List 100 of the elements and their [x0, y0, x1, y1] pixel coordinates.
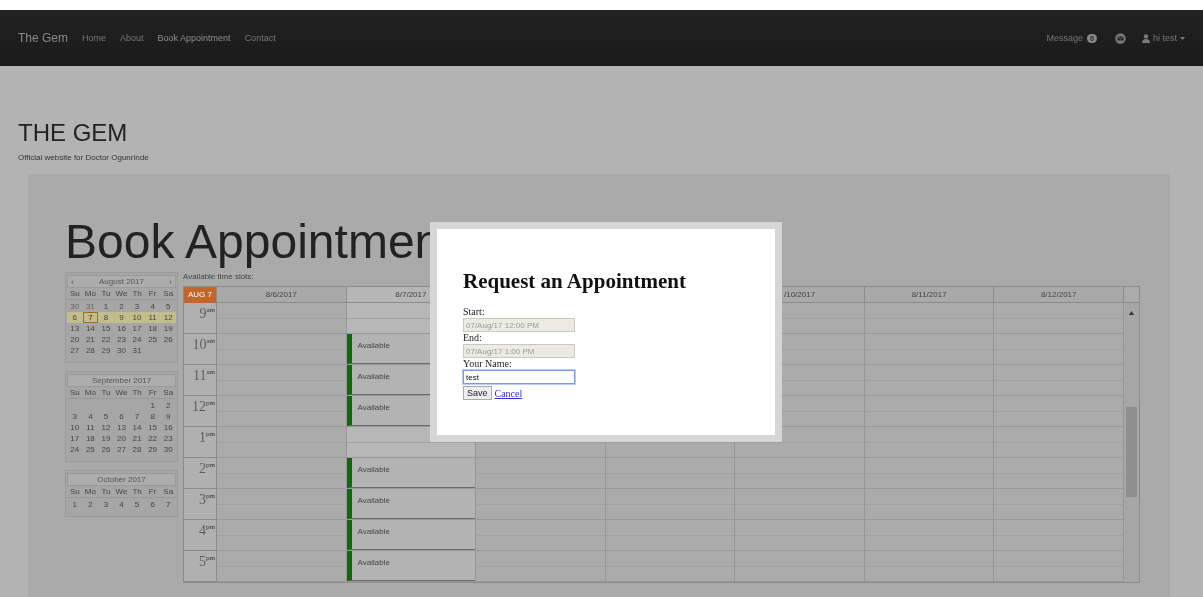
available-slot[interactable]: Available [346, 520, 476, 550]
calendar-day[interactable]: 30 [113, 345, 130, 356]
time-slot[interactable] [476, 551, 606, 582]
available-slot[interactable]: Available [346, 489, 476, 519]
calendar-day[interactable]: 17 [129, 323, 145, 334]
time-slot[interactable] [217, 303, 347, 334]
nav-link[interactable]: About [120, 33, 144, 43]
calendar-day[interactable]: 28 [129, 444, 145, 455]
calendar-day[interactable]: 8 [98, 312, 114, 323]
time-slot[interactable] [994, 303, 1124, 334]
time-slot[interactable] [476, 489, 606, 520]
calendar-day[interactable]: 1 [67, 499, 83, 510]
time-slot[interactable] [217, 334, 347, 365]
calendar-day[interactable]: 4 [144, 301, 161, 312]
calendar-day[interactable]: 20 [67, 334, 83, 345]
calendar-day[interactable]: 6 [67, 312, 83, 323]
previous-month-button[interactable]: ‹ [71, 276, 74, 287]
available-slot[interactable]: Available [346, 551, 476, 581]
calendar-day[interactable]: 20 [113, 433, 130, 444]
calendar-day[interactable]: 24 [129, 334, 145, 345]
time-slot[interactable] [217, 458, 347, 489]
calendar-day[interactable]: 4 [82, 411, 99, 422]
calendar-day[interactable]: 9 [113, 312, 130, 323]
time-slot[interactable] [217, 396, 347, 427]
time-slot[interactable] [864, 303, 995, 334]
calendar-day[interactable]: 7 [129, 411, 145, 422]
text-field[interactable]: test [463, 370, 575, 384]
save-button[interactable]: Save [463, 386, 492, 400]
calendar-day[interactable]: 6 [144, 499, 161, 510]
nav-link[interactable]: Contact [244, 33, 276, 43]
calendar-day[interactable]: 14 [129, 422, 145, 433]
calendar-day[interactable]: 12 [98, 422, 114, 433]
calendar-day[interactable]: 16 [113, 323, 130, 334]
calendar-day[interactable]: 12 [160, 312, 176, 323]
time-slot[interactable] [605, 551, 736, 582]
calendar-day[interactable]: 10 [67, 422, 83, 433]
calendar-day[interactable]: 1 [98, 301, 114, 312]
calendar-day[interactable]: 23 [113, 334, 130, 345]
calendar-day[interactable]: 21 [82, 334, 99, 345]
calendar-day[interactable]: 22 [144, 433, 161, 444]
scrollbar[interactable] [1124, 303, 1139, 582]
calendar-day[interactable]: 14 [82, 323, 99, 334]
calendar-day[interactable]: 8 [144, 411, 161, 422]
cancel-link[interactable]: Cancel [494, 387, 523, 399]
available-slot[interactable]: Available [346, 458, 476, 488]
calendar-day[interactable]: 13 [113, 422, 130, 433]
calendar-day[interactable]: 27 [67, 345, 83, 356]
calendar-day[interactable]: 7 [82, 312, 99, 323]
envelope-icon[interactable] [1115, 32, 1126, 44]
time-slot[interactable] [864, 551, 995, 582]
calendar-day[interactable]: 13 [67, 323, 83, 334]
calendar-day[interactable]: 1 [144, 400, 161, 411]
user-menu[interactable]: hi test [1153, 33, 1177, 43]
caret-icon[interactable] [1180, 36, 1185, 40]
time-slot[interactable] [217, 520, 347, 551]
calendar-day[interactable]: 16 [160, 422, 176, 433]
calendar-day[interactable]: 5 [98, 411, 114, 422]
time-slot[interactable] [217, 365, 347, 396]
message-link[interactable]: Message [1046, 33, 1084, 43]
calendar-day[interactable]: 6 [113, 411, 130, 422]
calendar-day[interactable]: 22 [98, 334, 114, 345]
next-month-button[interactable]: › [169, 276, 172, 287]
calendar-day[interactable]: 9 [160, 411, 176, 422]
time-slot[interactable] [217, 427, 347, 458]
calendar-day[interactable]: 26 [98, 444, 114, 455]
time-slot[interactable] [476, 520, 606, 551]
calendar-day[interactable]: 30 [160, 444, 176, 455]
time-slot[interactable] [476, 458, 606, 489]
calendar-day[interactable]: 15 [98, 323, 114, 334]
calendar-day[interactable]: 26 [160, 334, 176, 345]
calendar-day[interactable]: 2 [113, 301, 130, 312]
calendar-day[interactable]: 5 [160, 301, 176, 312]
scrollbar-thumb[interactable] [1126, 407, 1137, 497]
calendar-day[interactable]: 15 [144, 422, 161, 433]
calendar-day[interactable]: 31 [129, 345, 145, 356]
nav-link[interactable]: Book Appointment [157, 33, 231, 43]
scroll-up-icon[interactable] [1129, 311, 1134, 315]
calendar-day[interactable]: 23 [160, 433, 176, 444]
calendar-day[interactable]: 28 [82, 345, 99, 356]
calendar-day[interactable]: 7 [160, 499, 176, 510]
calendar-day[interactable]: 11 [82, 422, 99, 433]
calendar-day[interactable]: 18 [144, 323, 161, 334]
calendar-day[interactable]: 2 [82, 499, 99, 510]
site-brand[interactable]: The Gem [18, 31, 68, 45]
calendar-day[interactable]: 3 [129, 301, 145, 312]
calendar-day[interactable]: 17 [67, 433, 83, 444]
calendar-day[interactable]: 25 [82, 444, 99, 455]
time-slot[interactable] [735, 551, 865, 582]
time-slot[interactable] [217, 551, 347, 582]
time-slot[interactable] [217, 489, 347, 520]
calendar-day[interactable]: 3 [98, 499, 114, 510]
calendar-day[interactable]: 24 [67, 444, 83, 455]
calendar-day[interactable]: 19 [98, 433, 114, 444]
calendar-day[interactable]: 5 [129, 499, 145, 510]
calendar-day[interactable]: 29 [98, 345, 114, 356]
calendar-day[interactable]: 3 [67, 411, 83, 422]
time-slot[interactable] [994, 551, 1124, 582]
calendar-day[interactable]: 27 [113, 444, 130, 455]
calendar-day[interactable]: 21 [129, 433, 145, 444]
calendar-day[interactable]: 10 [129, 312, 145, 323]
